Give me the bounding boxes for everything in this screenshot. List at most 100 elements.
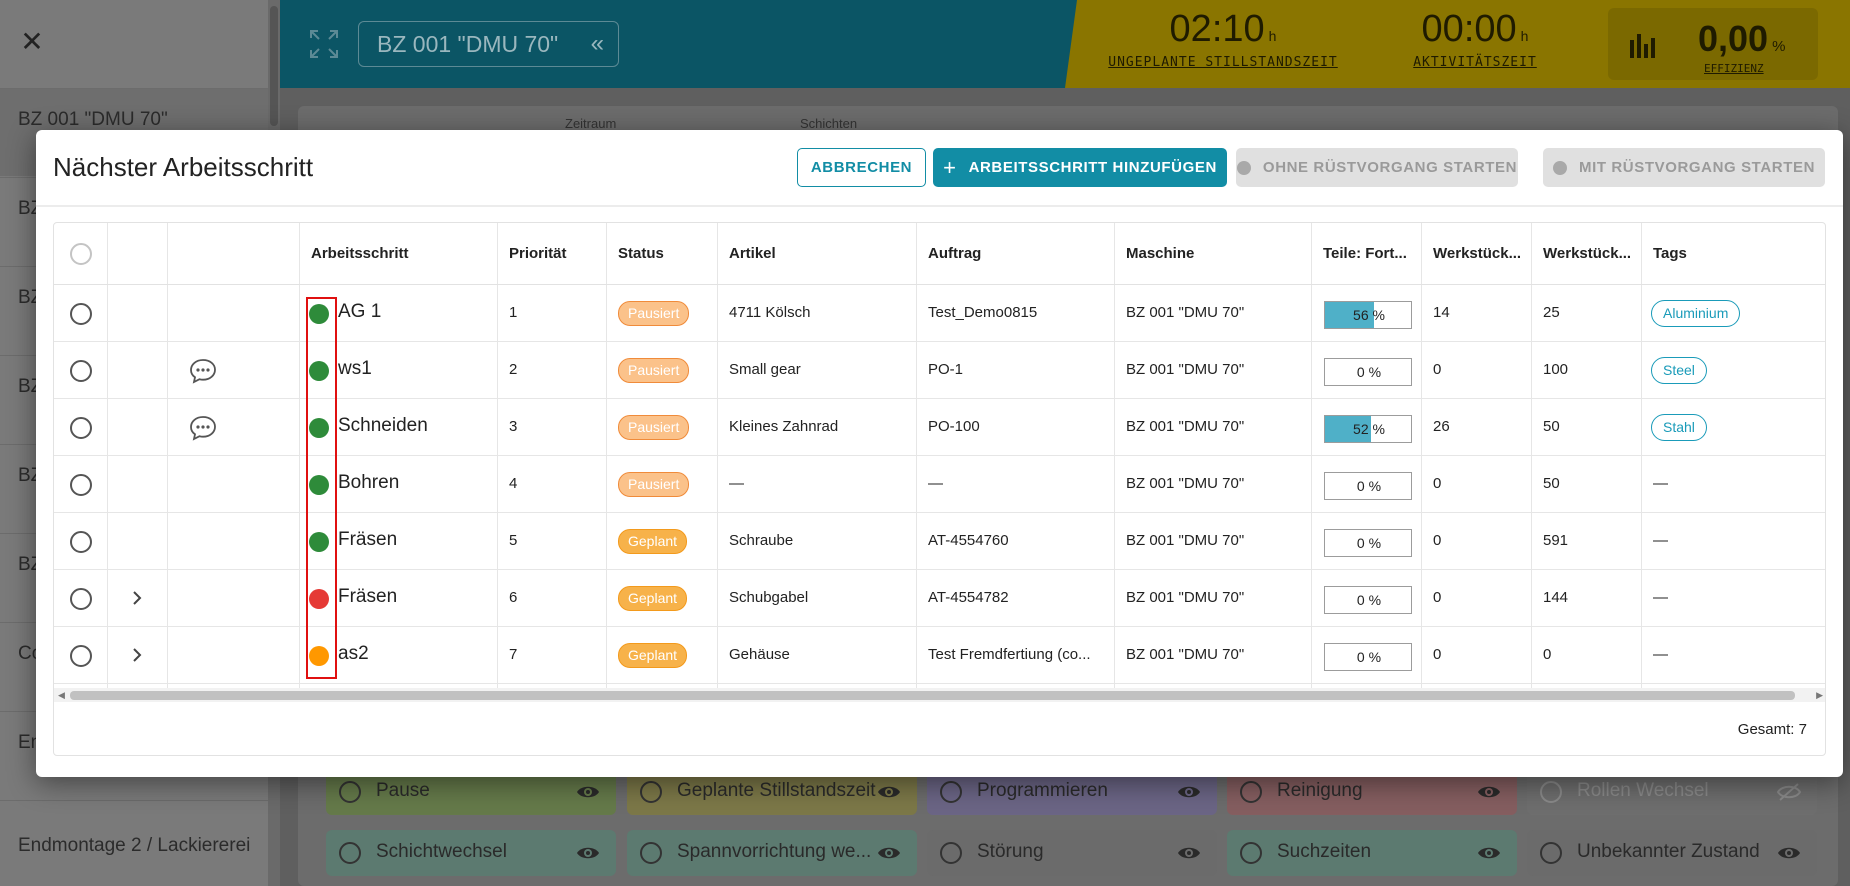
progress-text: 0 % bbox=[1325, 478, 1413, 494]
radio-button[interactable] bbox=[1240, 842, 1262, 864]
radio-button[interactable] bbox=[640, 842, 662, 864]
table-header: Arbeitsschritt Priorität Status Artikel … bbox=[54, 223, 1825, 285]
cell-pieces-done: 0 bbox=[1433, 589, 1442, 606]
status-tile[interactable]: Unbekannter Zustand bbox=[1527, 830, 1817, 876]
tile-label: Suchzeiten bbox=[1277, 841, 1372, 862]
eye-icon[interactable] bbox=[1477, 782, 1501, 802]
tag-chip[interactable]: Aluminium bbox=[1651, 300, 1741, 327]
scroll-left-icon[interactable]: ◀ bbox=[58, 690, 65, 701]
tile-label: Schichtwechsel bbox=[376, 841, 507, 862]
radio-button[interactable] bbox=[940, 781, 962, 803]
progress-bar: 0 % bbox=[1324, 358, 1412, 386]
status-tile[interactable]: Suchzeiten bbox=[1227, 830, 1517, 876]
status-tile[interactable]: Spannvorrichtung we... bbox=[627, 830, 917, 876]
column-header-status[interactable]: Status bbox=[618, 245, 664, 262]
status-badge: Pausiert bbox=[618, 358, 690, 383]
horizontal-scrollbar[interactable]: ◀ ▶ bbox=[54, 688, 1825, 702]
cell-pieces-done: 26 bbox=[1433, 418, 1450, 435]
add-step-button[interactable]: + ARBEITSSCHRITT HINZUFÜGEN bbox=[933, 148, 1227, 187]
fullscreen-icon[interactable] bbox=[308, 28, 340, 60]
column-header-order[interactable]: Auftrag bbox=[928, 245, 981, 262]
cancel-button[interactable]: ABBRECHEN bbox=[797, 148, 926, 187]
eye-icon[interactable] bbox=[1777, 843, 1801, 863]
column-header-step[interactable]: Arbeitsschritt bbox=[311, 245, 409, 262]
progress-unit: % bbox=[1372, 421, 1385, 437]
start-with-setup-label: MIT RÜSTVORGANG STARTEN bbox=[1578, 159, 1816, 176]
column-header-article[interactable]: Artikel bbox=[729, 245, 776, 262]
eye-icon[interactable] bbox=[576, 782, 600, 802]
column-header-tags[interactable]: Tags bbox=[1653, 245, 1687, 262]
scrollbar-thumb[interactable] bbox=[270, 6, 278, 126]
radio-button[interactable] bbox=[1540, 842, 1562, 864]
radio-button[interactable] bbox=[1240, 781, 1262, 803]
start-with-setup-button[interactable]: MIT RÜSTVORGANG STARTEN bbox=[1543, 148, 1825, 187]
tag-chip[interactable]: Stahl bbox=[1651, 414, 1707, 441]
chevron-right-icon[interactable] bbox=[130, 588, 144, 608]
table-row[interactable]: Schneiden 3 Kleines Zahnrad PO-100 BZ 001 "D… bbox=[54, 399, 1825, 456]
progress-unit: % bbox=[1372, 307, 1385, 323]
scrollbar-thumb[interactable] bbox=[70, 691, 1795, 700]
table-row[interactable]: Fräsen 6 Schubgabel AT-4554782 BZ 001 "DMU 7… bbox=[54, 570, 1825, 627]
radio-button[interactable] bbox=[339, 842, 361, 864]
table-row[interactable]: Bohren 4 — — BZ 001 "DMU 70" 0 50 Pausiert 0 % — bbox=[54, 456, 1825, 513]
eye-icon[interactable] bbox=[1177, 843, 1201, 863]
tile-label: Rollen Wechsel bbox=[1577, 780, 1709, 801]
cell-pieces-total: 144 bbox=[1543, 589, 1569, 606]
table-row[interactable]: AG 1 1 4711 Kölsch Test_Demo0815 BZ 001 "DMU… bbox=[54, 285, 1825, 342]
cell-tags: — bbox=[1653, 532, 1668, 549]
tag-chip[interactable]: Steel bbox=[1651, 357, 1707, 384]
sidebar-item[interactable]: Endmontage 2 / Lackiererei bbox=[0, 800, 268, 886]
cell-pieces-done: 14 bbox=[1433, 304, 1450, 321]
column-header-machine[interactable]: Maschine bbox=[1126, 245, 1194, 262]
status-tile[interactable]: Schichtwechsel bbox=[326, 830, 616, 876]
chevron-right-icon[interactable] bbox=[130, 645, 144, 665]
row-select-radio[interactable] bbox=[70, 474, 92, 496]
eye-off-icon[interactable] bbox=[1777, 782, 1801, 802]
kpi-activity-time: 00:00 h AKTIVITÄTSZEIT bbox=[1380, 8, 1570, 70]
scroll-right-icon[interactable]: ▶ bbox=[1816, 690, 1823, 701]
cell-pieces-done: 0 bbox=[1433, 475, 1442, 492]
column-header-pieces[interactable]: Werkstück... bbox=[1543, 245, 1631, 262]
radio-button[interactable] bbox=[940, 842, 962, 864]
cell-priority: 1 bbox=[509, 304, 518, 321]
table-row[interactable]: Fräsen 5 Schraube AT-4554760 BZ 001 "DMU 70"… bbox=[54, 513, 1825, 570]
eye-icon[interactable] bbox=[1177, 782, 1201, 802]
eye-icon[interactable] bbox=[877, 843, 901, 863]
start-without-setup-label: OHNE RÜSTVORGANG STARTEN bbox=[1262, 159, 1518, 176]
radio-button[interactable] bbox=[339, 781, 361, 803]
status-tile[interactable]: Störung bbox=[927, 830, 1217, 876]
row-select-radio[interactable] bbox=[70, 303, 92, 325]
plus-icon: + bbox=[943, 154, 957, 180]
cell-machine: BZ 001 "DMU 70" bbox=[1126, 361, 1245, 378]
row-select-radio[interactable] bbox=[70, 645, 92, 667]
start-without-setup-button[interactable]: OHNE RÜSTVORGANG STARTEN bbox=[1236, 148, 1518, 187]
row-select-radio[interactable] bbox=[70, 417, 92, 439]
eye-icon[interactable] bbox=[877, 782, 901, 802]
eye-icon[interactable] bbox=[1477, 843, 1501, 863]
column-header-priority[interactable]: Priorität bbox=[509, 245, 567, 262]
comment-icon[interactable] bbox=[189, 358, 217, 384]
select-all-radio[interactable] bbox=[70, 243, 92, 265]
status-badge: Geplant bbox=[618, 529, 688, 554]
table-row[interactable]: ws1 2 Small gear PO-1 BZ 001 "DMU 70" 0 100 Pau… bbox=[54, 342, 1825, 399]
radio-button[interactable] bbox=[640, 781, 662, 803]
cell-step-name: AG 1 bbox=[338, 301, 382, 322]
tile-label: Spannvorrichtung we... bbox=[677, 841, 872, 862]
row-select-radio[interactable] bbox=[70, 360, 92, 382]
column-header-progress[interactable]: Teile: Fort... bbox=[1323, 245, 1407, 262]
cell-step-name: Schneiden bbox=[338, 415, 428, 436]
row-select-radio[interactable] bbox=[70, 531, 92, 553]
column-header-pieces[interactable]: Werkstück... bbox=[1433, 245, 1521, 262]
comment-icon[interactable] bbox=[189, 415, 217, 441]
table-row[interactable]: as2 7 Gehäuse Test Fremdfertiung (co... BZ 0… bbox=[54, 627, 1825, 684]
progress-value: 0 bbox=[1356, 592, 1365, 608]
cell-step-name: Bohren bbox=[338, 472, 400, 493]
eye-icon[interactable] bbox=[576, 843, 600, 863]
cell-article: Schraube bbox=[729, 532, 794, 549]
cell-step-name: ws1 bbox=[338, 358, 372, 379]
machine-select[interactable]: BZ 001 "DMU 70" « bbox=[358, 21, 619, 67]
row-select-radio[interactable] bbox=[70, 588, 92, 610]
close-icon[interactable]: ✕ bbox=[18, 28, 46, 56]
kpi-value: 02:10 bbox=[1169, 8, 1265, 50]
radio-button[interactable] bbox=[1540, 781, 1562, 803]
